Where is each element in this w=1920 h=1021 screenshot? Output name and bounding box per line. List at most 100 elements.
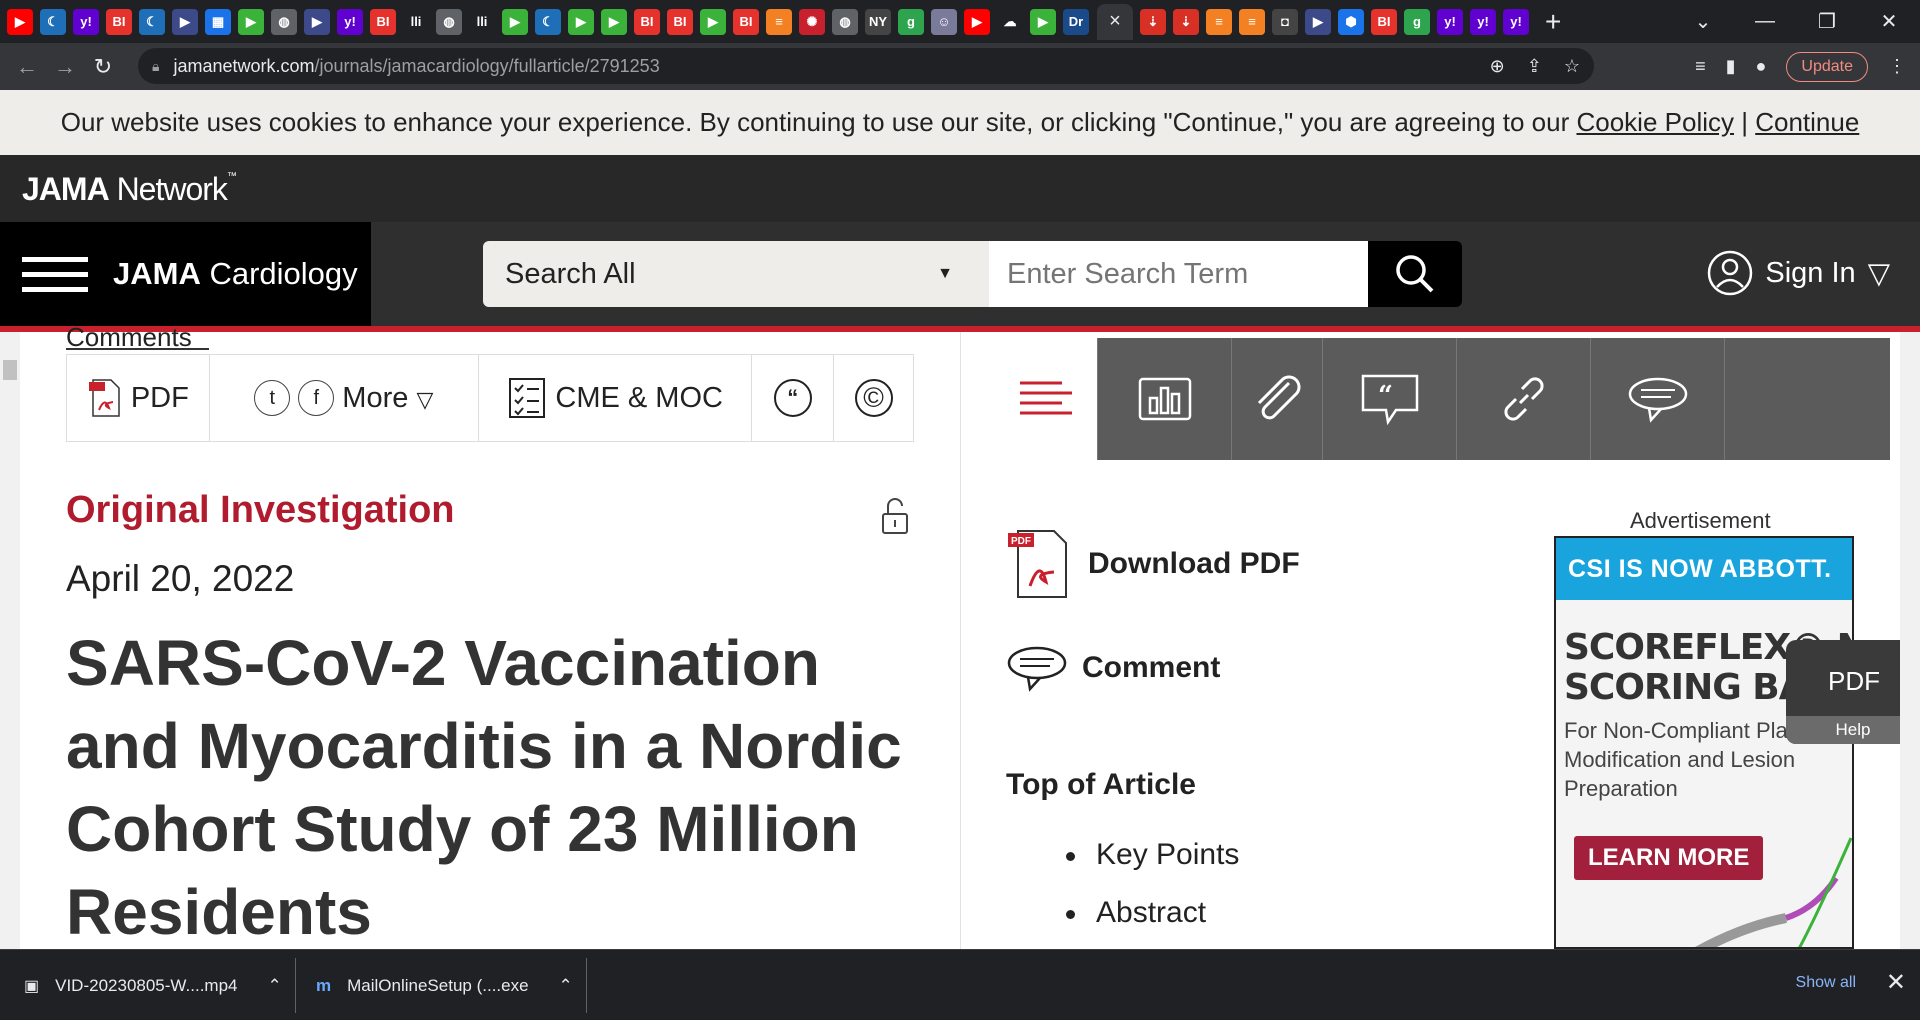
toc-item-abstract[interactable]: Abstract (1066, 896, 1239, 930)
scrollbar-thumb[interactable] (3, 360, 17, 380)
globe-icon[interactable]: ◍ (271, 8, 297, 35)
comment-link[interactable]: Comment (1006, 643, 1220, 693)
top-of-article-link[interactable]: Top of Article (1006, 768, 1196, 802)
globe-icon[interactable]: ◍ (436, 8, 462, 35)
stack-icon[interactable]: ≡ (1206, 8, 1232, 35)
play-icon[interactable]: ▶ (1030, 8, 1056, 35)
lli-icon[interactable]: lli (469, 8, 495, 35)
bi-icon[interactable]: BI (733, 8, 759, 35)
youtube-icon[interactable]: ▶ (964, 8, 990, 35)
sign-in-menu[interactable]: Sign In ▽ (1707, 250, 1890, 296)
supplements-tab[interactable] (1231, 338, 1322, 460)
lock-icon[interactable]: 🔒︎ (152, 58, 159, 75)
permissions-button[interactable]: © (834, 355, 913, 441)
chevron-up-icon[interactable]: ⌃ (268, 976, 282, 996)
pin-icon[interactable]: ⇣ (1173, 8, 1199, 35)
cite-button[interactable]: “ (752, 355, 835, 441)
lli-icon[interactable]: lli (403, 8, 429, 35)
hex-icon[interactable]: ⬢ (1338, 8, 1364, 35)
figures-tab[interactable] (1097, 338, 1231, 460)
yahoo-icon[interactable]: y! (1437, 8, 1463, 35)
new-tab-button[interactable]: + (1545, 6, 1561, 38)
ap-icon[interactable]: ◘ (1272, 8, 1298, 35)
search-input[interactable] (989, 241, 1368, 307)
comments-tab[interactable] (1590, 338, 1724, 460)
search-button[interactable] (1368, 241, 1462, 307)
article-scrollbar[interactable] (0, 332, 20, 949)
toc-item-key-points[interactable]: Key Points (1066, 838, 1239, 872)
yahoo-icon[interactable]: y! (337, 8, 363, 35)
download-item[interactable]: ▣ VID-20230805-W....mp4 ⌃ (24, 950, 282, 1021)
close-window-button[interactable]: ✕ (1858, 9, 1920, 34)
download-item[interactable]: m MailOnlineSetup (....exe ⌃ (316, 950, 573, 1021)
bi-icon[interactable]: BI (370, 8, 396, 35)
bi-icon[interactable]: BI (106, 8, 132, 35)
flag-icon[interactable]: ▶ (304, 8, 330, 35)
shield-icon[interactable]: ☾ (40, 8, 66, 35)
jama-network-logo[interactable]: JAMA Network™ (22, 171, 237, 208)
profile-icon[interactable]: ● (1756, 56, 1767, 77)
active-tab-close-icon[interactable]: × (1097, 3, 1133, 40)
play-icon[interactable]: ▶ (700, 8, 726, 35)
twitter-icon[interactable]: t (254, 380, 291, 416)
cookie-policy-link[interactable]: Cookie Policy (1576, 107, 1734, 138)
youtube-icon[interactable]: ▶ (7, 8, 33, 35)
reload-button[interactable]: ↻ (84, 54, 122, 80)
bi-icon[interactable]: BI (634, 8, 660, 35)
more-share-button[interactable]: More ▽ (342, 382, 433, 415)
g-icon[interactable]: g (1404, 8, 1430, 35)
update-button[interactable]: Update (1786, 51, 1868, 82)
facebook-icon[interactable]: f (298, 380, 335, 416)
yahoo-icon[interactable]: y! (1470, 8, 1496, 35)
forward-button[interactable]: → (46, 54, 84, 80)
bookmark-star-icon[interactable]: ☆ (1564, 56, 1580, 77)
tab-search-icon[interactable]: ⌄ (1672, 9, 1734, 34)
pin-icon[interactable]: ⇣ (1140, 8, 1166, 35)
flag-icon[interactable]: ▶ (172, 8, 198, 35)
shield-icon[interactable]: ☾ (139, 8, 165, 35)
hamburger-menu-icon[interactable] (22, 247, 88, 302)
journal-title[interactable]: JAMA Cardiology (113, 256, 358, 292)
contents-list-icon[interactable] (995, 338, 1097, 460)
back-button[interactable]: ← (8, 54, 46, 80)
play-icon[interactable]: ▶ (568, 8, 594, 35)
show-all-downloads-button[interactable]: Show all (1796, 974, 1856, 992)
search-scope-select[interactable]: Search All ▼ (483, 241, 989, 307)
g-icon[interactable]: g (898, 8, 924, 35)
share-icon[interactable]: ⇪ (1527, 56, 1542, 77)
burst-icon[interactable]: ✺ (799, 8, 825, 35)
restore-button[interactable]: ❐ (1796, 9, 1858, 34)
menu-dots-icon[interactable]: ⋮ (1888, 56, 1906, 77)
stack-icon[interactable]: ≡ (1239, 8, 1265, 35)
nbc-icon[interactable]: ☁ (997, 8, 1023, 35)
close-icon[interactable]: ✕ (1886, 968, 1906, 997)
yahoo-icon[interactable]: y! (73, 8, 99, 35)
cookie-continue-link[interactable]: Continue (1755, 107, 1859, 138)
flag-icon[interactable]: ▶ (1305, 8, 1331, 35)
address-bar[interactable]: 🔒︎ jamanetwork.com/journals/jamacardiolo… (138, 48, 1594, 84)
bi-icon[interactable]: BI (1371, 8, 1397, 35)
ny-icon[interactable]: NY (865, 8, 891, 35)
quotes-tab[interactable]: “ (1322, 338, 1456, 460)
pdf-button[interactable]: PDF (67, 355, 210, 441)
comments-link[interactable]: Comments (66, 322, 209, 350)
page-scrollbar[interactable] (1900, 332, 1920, 949)
dr-icon[interactable]: Dr (1063, 8, 1089, 35)
grid-icon[interactable]: ▦ (205, 8, 231, 35)
play-icon[interactable]: ▶ (238, 8, 264, 35)
chevron-up-icon[interactable]: ⌃ (559, 976, 573, 996)
play-icon[interactable]: ▶ (601, 8, 627, 35)
globe-icon[interactable]: ◍ (832, 8, 858, 35)
bi-icon[interactable]: BI (667, 8, 693, 35)
play-icon[interactable]: ▶ (502, 8, 528, 35)
yahoo-icon[interactable]: y! (1503, 8, 1529, 35)
links-tab[interactable] (1456, 338, 1590, 460)
download-pdf-link[interactable]: PDF Download PDF (1006, 528, 1300, 600)
cme-moc-button[interactable]: CME & MOC (479, 355, 753, 441)
side-panel-icon[interactable]: ▮ (1726, 56, 1736, 77)
shield-icon[interactable]: ☾ (535, 8, 561, 35)
zoom-icon[interactable]: ⊕ (1490, 56, 1505, 77)
reading-list-icon[interactable]: ≡ (1695, 56, 1706, 77)
stack-icon[interactable]: ≡ (766, 8, 792, 35)
avatar-icon[interactable]: ☺ (931, 8, 957, 35)
